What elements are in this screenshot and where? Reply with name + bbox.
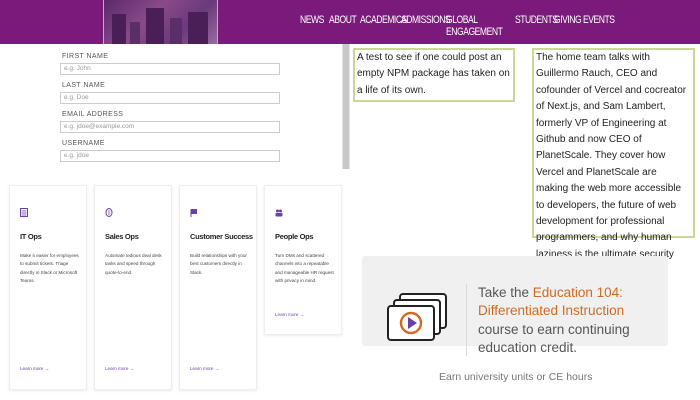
card-description: Build relationships with your best custo…: [190, 253, 247, 275]
promo-text-post: course to earn continuing education cred…: [478, 321, 630, 356]
server-icon: [20, 208, 28, 217]
promo-text: Take the Education 104: Differentiated I…: [478, 284, 648, 358]
card-title: Customer Success: [190, 232, 253, 241]
card-description: Automate tedious deal desk tasks and spe…: [105, 253, 162, 275]
card-customer-success: Customer Success Build relationships wit…: [179, 185, 257, 390]
video-cards-icon: [387, 293, 447, 341]
promo-divider: [466, 284, 467, 356]
card-title: Sales Ops: [105, 232, 139, 241]
card-description: Make it easier for employees to submit t…: [20, 253, 79, 284]
card-it-ops: IT Ops Make it easier for employees to s…: [9, 185, 87, 390]
card-sales-ops: Sales Ops Automate tedious deal desk tas…: [94, 185, 172, 390]
nav-events[interactable]: EVENTS: [583, 14, 615, 38]
card-description: Turn DMs and scattered channels into a r…: [275, 253, 334, 284]
card-people-ops: People Ops Turn DMs and scattered channe…: [264, 185, 342, 335]
nav-news[interactable]: NEWS: [300, 14, 324, 38]
first-name-label: FIRST NAME: [62, 53, 109, 60]
promo-text-pre: Take the: [478, 285, 533, 300]
email-label: EMAIL ADDRESS: [62, 111, 124, 118]
learn-more-link[interactable]: Learn more →: [275, 312, 304, 317]
last-name-label: LAST NAME: [62, 82, 106, 89]
promo-subtext: Earn university units or CE hours: [439, 371, 593, 383]
learn-more-link[interactable]: Learn more →: [20, 366, 49, 371]
username-input[interactable]: e.g. jdoe: [60, 150, 280, 162]
learn-more-link[interactable]: Learn more →: [190, 366, 219, 371]
form-scrollbar[interactable]: [342, 44, 350, 169]
last-name-input[interactable]: e.g. Doe: [60, 92, 280, 104]
learn-more-link[interactable]: Learn more →: [105, 366, 134, 371]
email-input[interactable]: e.g. jdoe@example.com: [60, 121, 280, 133]
main-nav: NEWS ABOUT ACADEMICS ADMISSIONS GLOBAL E…: [300, 14, 615, 38]
flag-icon: [190, 209, 197, 217]
username-label: USERNAME: [62, 140, 105, 147]
header-image: [103, 0, 218, 44]
card-title: People Ops: [275, 232, 314, 241]
nav-admissions[interactable]: ADMISSIONS: [401, 14, 451, 38]
nav-about[interactable]: ABOUT: [329, 14, 357, 38]
nav-students[interactable]: STUDENTS: [515, 14, 558, 38]
nav-giving[interactable]: GIVING: [554, 14, 582, 38]
podcast-description-box: The home team talks with Guillermo Rauch…: [532, 48, 695, 276]
article-teaser-box: A test to see if one could post an empty…: [353, 48, 515, 102]
people-icon: [275, 209, 283, 217]
nav-global-engagement[interactable]: GLOBAL ENGAGEMENT: [446, 14, 503, 38]
top-nav-bar: NEWS ABOUT ACADEMICS ADMISSIONS GLOBAL E…: [0, 0, 700, 44]
nav-academics[interactable]: ACADEMICS: [360, 14, 407, 38]
coin-icon: [105, 208, 113, 217]
first-name-input[interactable]: e.g. John: [60, 63, 280, 75]
card-title: IT Ops: [20, 232, 42, 241]
